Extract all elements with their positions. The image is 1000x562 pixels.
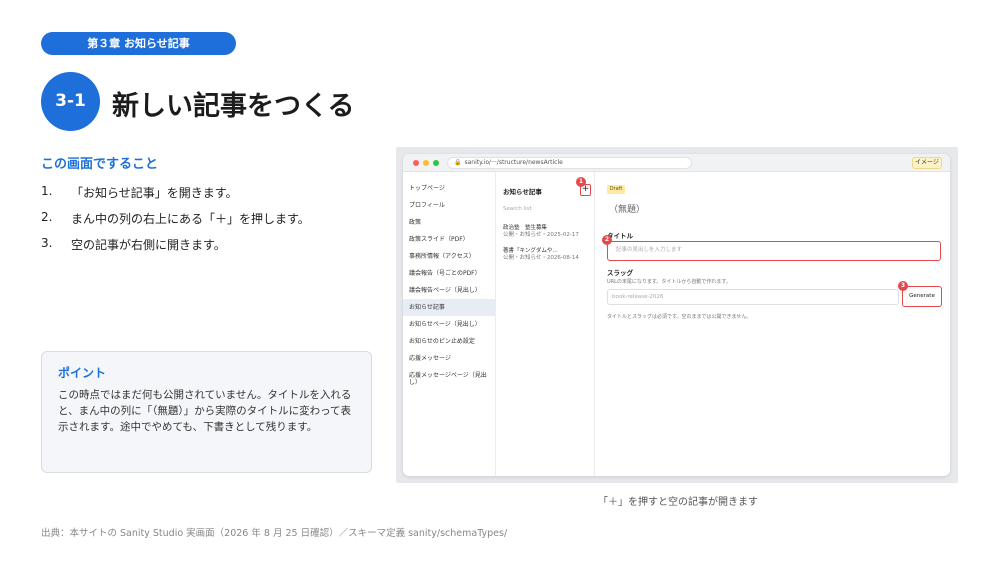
list-item: 著書『キングダムや… 公開・お知らせ・2026-08-14 [503, 248, 579, 262]
url-bar: 🔒 sanity.io/···/structure/newsArticle [447, 157, 692, 169]
required-note: タイトルとスラッグは必須です。空のままでは公開できません。 [607, 314, 752, 320]
nav-item: 議会報告（号ごとのPDF） [409, 270, 481, 277]
structure-nav: トップページ プロフィール 政策 政策スライド（PDF） 事務所情報（アクセス）… [403, 172, 496, 476]
point-text: この時点ではまだ何も公開されていません。タイトルを入れると、まん中の列に「（無題… [58, 389, 352, 433]
url-text: sanity.io/···/structure/newsArticle [464, 159, 563, 166]
step-number: 2. [41, 210, 53, 224]
source-note: 出典：本サイトの Sanity Studio 実画面（2026 年 8 月 25… [41, 528, 508, 539]
document-heading: （無題） [609, 205, 646, 215]
list-item: 政治塾 塾生募集 公開・お知らせ・2025-02-17 [503, 225, 579, 239]
screenshot-frame: 🔒 sanity.io/···/structure/newsArticle イメー… [396, 147, 958, 483]
page-title: 新しい記事をつくる [112, 91, 355, 122]
step-number: 1. [41, 184, 53, 198]
generate-button: Generate [902, 286, 942, 307]
list-title: お知らせ記事 [503, 188, 542, 196]
title-input: 記事の見出しを入力します [607, 241, 941, 261]
draft-badge: Draft [607, 185, 625, 194]
doc-title: 著書『キングダムや… [503, 248, 558, 254]
slug-label: スラッグ [607, 269, 633, 277]
document-list: お知らせ記事 + 1 Search list 政治塾 塾生募集 公開・お知らせ・… [496, 172, 595, 476]
step-text: 空の記事が右側に開きます。 [71, 238, 226, 252]
nav-item: お知らせのピン止め設定 [409, 338, 475, 345]
step-badge-3: 3 [898, 281, 908, 291]
doc-meta: 公開・お知らせ・2026-08-14 [503, 255, 579, 261]
nav-item: 応援メッセージページ（見出し） [409, 372, 487, 386]
document-editor: Draft （無題） タイトル 記事の見出しを入力します 2 スラッグ URLの… [595, 172, 950, 476]
step-item: 3. 空の記事が右側に開きます。 [41, 236, 381, 262]
nav-item: お知らせページ（見出し） [409, 321, 481, 328]
nav-item: 政策スライド（PDF） [409, 236, 469, 243]
section-number-badge: 3-1 [41, 72, 100, 131]
search-list-placeholder: Search list [503, 206, 532, 212]
slug-input: book-release-2026 [607, 289, 899, 305]
minimize-dot-icon [423, 160, 429, 166]
step-badge-1: 1 [576, 177, 586, 187]
nav-item: トップページ [409, 185, 445, 192]
close-dot-icon [413, 160, 419, 166]
doc-title: 政治塾 塾生募集 [503, 225, 548, 231]
steps-list: 1. 「お知らせ記事」を開きます。 2. まん中の列の右上にある「＋」を押します。 … [41, 184, 381, 262]
nav-item: 応援メッセージ [409, 355, 451, 362]
step-item: 2. まん中の列の右上にある「＋」を押します。 [41, 210, 381, 236]
steps-heading: この画面ですること [41, 157, 159, 172]
nav-item: 議会報告ページ（見出し） [409, 287, 481, 294]
nav-item: 事務所情報（アクセス） [409, 253, 475, 260]
studio-window: 🔒 sanity.io/···/structure/newsArticle イメー… [403, 154, 950, 476]
step-item: 1. 「お知らせ記事」を開きます。 [41, 184, 381, 210]
point-title: ポイント [58, 366, 107, 380]
image-button: イメージ [912, 157, 942, 169]
lock-icon: 🔒 [454, 159, 462, 166]
chapter-pill: 第３章 お知らせ記事 [41, 32, 236, 55]
screenshot-caption: 「＋」を押すと空の記事が開きます [598, 497, 758, 508]
step-number: 3. [41, 236, 53, 250]
slug-help-text: URLの末尾になります。タイトルから自動で作れます。 [607, 279, 731, 285]
step-text: まん中の列の右上にある「＋」を押します。 [71, 212, 310, 226]
maximize-dot-icon [433, 160, 439, 166]
step-badge-2: 2 [602, 235, 612, 245]
nav-item: プロフィール [409, 202, 445, 209]
point-box: ポイント この時点ではまだ何も公開されていません。タイトルを入れると、まん中の列… [41, 351, 372, 473]
nav-item-news-active: お知らせ記事 [403, 299, 495, 316]
step-text: 「お知らせ記事」を開きます。 [71, 186, 238, 200]
nav-item: 政策 [409, 219, 422, 226]
browser-bar: 🔒 sanity.io/···/structure/newsArticle イメー… [403, 154, 950, 172]
doc-meta: 公開・お知らせ・2025-02-17 [503, 232, 579, 238]
